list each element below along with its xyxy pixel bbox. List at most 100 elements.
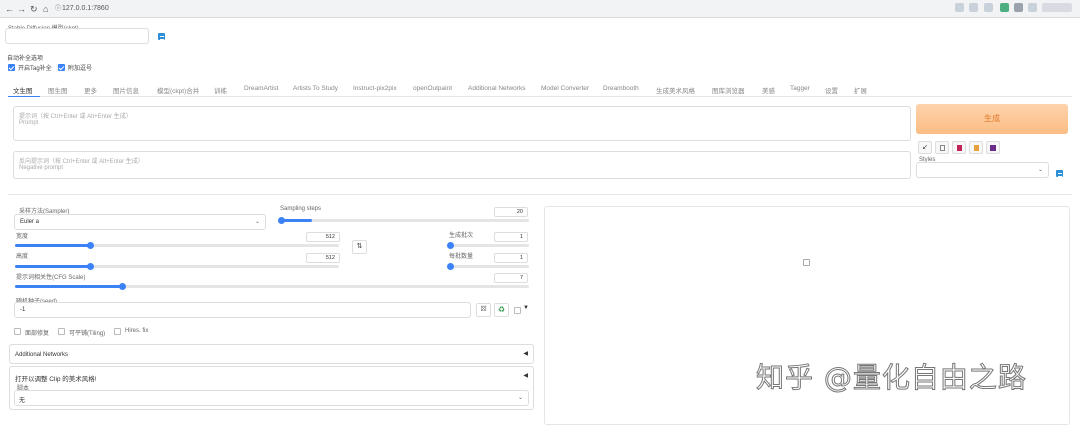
script-select[interactable]: 无 ⌄ <box>14 390 529 406</box>
bookmark-star-icon[interactable] <box>984 3 993 12</box>
batch-count-slider[interactable] <box>447 242 529 249</box>
styles-refresh-icon[interactable] <box>1056 170 1063 177</box>
sidebar-icon[interactable] <box>1028 3 1037 12</box>
negative-prompt-textarea[interactable]: 反向提示词（按 Ctrl+Enter 或 Alt+Enter 生成） Negat… <box>13 151 911 179</box>
chevron-down-icon: ⌄ <box>1037 167 1043 173</box>
append-comma-checkbox[interactable] <box>58 64 65 71</box>
trash-icon <box>939 145 945 151</box>
swap-dimensions-button[interactable]: ⇅ <box>352 240 367 254</box>
hires-fix-checkbox[interactable] <box>114 328 121 335</box>
tab-model-converter[interactable]: Model Converter <box>541 85 589 92</box>
save-style-button[interactable] <box>986 141 1000 154</box>
batch-size-input[interactable]: 1 <box>494 253 528 263</box>
width-slider[interactable] <box>15 242 339 249</box>
watermark: 知乎 @量化自由之路 <box>756 361 1027 395</box>
append-comma-label: 附加逗号 <box>68 66 93 72</box>
autocomplete-title: 自动补全选项 <box>7 56 44 62</box>
forward-icon[interactable]: → <box>17 2 26 16</box>
tab-dreamartist[interactable]: DreamArtist <box>244 85 278 92</box>
tag-autocomplete-checkbox[interactable] <box>8 64 15 71</box>
info-icon[interactable]: ⓘ <box>55 2 61 16</box>
home-icon[interactable]: ⌂ <box>43 2 48 16</box>
reload-icon[interactable]: ↻ <box>30 2 38 16</box>
tiling-checkbox[interactable] <box>58 328 65 335</box>
tab-img2img[interactable]: 图生图 <box>48 85 68 95</box>
batch-count-input[interactable]: 1 <box>494 232 528 242</box>
additional-networks-accordion[interactable]: Additional Networks ◀ <box>9 344 534 364</box>
width-input[interactable]: 512 <box>306 232 340 242</box>
image-placeholder-icon <box>803 259 810 266</box>
extra-seed-checkbox[interactable] <box>514 307 521 314</box>
steps-knob[interactable] <box>278 217 285 224</box>
batch-size-slider[interactable] <box>447 263 529 270</box>
tab-extras[interactable]: 更多 <box>84 85 97 95</box>
tiling-label: 可平铺(Tiling) <box>69 331 106 337</box>
clip-aesthetic-label: 打开以调整 Clip 的美术风格! <box>15 376 97 383</box>
height-knob[interactable] <box>87 263 94 270</box>
steps-input[interactable]: 20 <box>494 207 528 217</box>
height-label: 高度 <box>16 254 29 260</box>
refresh-icon[interactable] <box>158 33 165 40</box>
styles-select[interactable]: ⌄ <box>916 162 1049 178</box>
tab-pix2pix[interactable]: Instruct-pix2pix <box>353 85 397 92</box>
steps-slider[interactable] <box>278 217 529 224</box>
seed-input[interactable]: -1 <box>14 302 471 318</box>
negative-prompt-label: 反向提示词（按 Ctrl+Enter 或 Alt+Enter 生成） <box>19 159 144 165</box>
profile-avatar[interactable] <box>1042 3 1072 12</box>
share-icon[interactable] <box>969 3 978 12</box>
clip-aesthetic-accordion[interactable]: 打开以调整 Clip 的美术风格! ◀ 脚本 无 ⌄ <box>9 366 534 410</box>
height-slider[interactable] <box>15 263 339 270</box>
prompt-textarea[interactable]: 提示词（按 Ctrl+Enter 或 Alt+Enter 生成） Prompt <box>13 106 911 141</box>
recycle-icon: ♻ <box>497 305 506 314</box>
sampler-value: Euler a <box>20 219 40 225</box>
restore-faces-checkbox[interactable] <box>14 328 21 335</box>
batch-size-knob[interactable] <box>447 263 454 270</box>
checkpoint-select[interactable] <box>5 28 149 44</box>
hires-fix-label: Hires. fix <box>125 328 149 334</box>
tab-artists[interactable]: Artists To Study <box>293 85 338 92</box>
tab-gallery[interactable]: 图库浏览器 <box>712 85 745 95</box>
apply-style-button[interactable] <box>969 141 983 154</box>
translate-icon[interactable] <box>955 3 964 12</box>
card-icon <box>956 145 962 151</box>
restore-faces-label: 面部修复 <box>25 331 50 337</box>
height-input[interactable]: 512 <box>306 253 340 263</box>
cfg-slider[interactable] <box>15 283 529 290</box>
steps-label: Sampling steps <box>280 206 322 212</box>
expand-triangle-icon[interactable]: ▼ <box>523 305 529 311</box>
additional-networks-label: Additional Networks <box>15 352 69 358</box>
batch-count-label: 生成批次 <box>449 233 474 239</box>
reuse-seed-button[interactable]: ♻ <box>494 303 509 317</box>
cfg-knob[interactable] <box>119 283 126 290</box>
batch-count-knob[interactable] <box>447 242 454 249</box>
extension-icon[interactable] <box>1000 3 1009 12</box>
tab-txt2img[interactable]: 文生图 <box>13 85 33 95</box>
tab-aesthetic-styles[interactable]: 生成美术风格 <box>656 85 695 95</box>
tab-settings[interactable]: 设置 <box>825 85 838 95</box>
tab-openoutpaint[interactable]: openOutpaint <box>413 85 452 92</box>
tab-tagger[interactable]: Tagger <box>790 85 810 92</box>
address-bar[interactable]: 127.0.0.1:7860 <box>62 2 109 16</box>
puzzle-icon[interactable] <box>1014 3 1023 12</box>
tab-checkpoint-merge[interactable]: 模型(ckpt)合并 <box>157 85 199 95</box>
random-seed-button[interactable]: ⚄ <box>476 303 491 317</box>
extra-networks-button[interactable] <box>952 141 966 154</box>
tab-dreambooth[interactable]: Dreambooth <box>603 85 639 92</box>
save-icon <box>990 145 996 151</box>
sampler-select[interactable]: Euler a ⌄ <box>14 214 266 230</box>
tab-train[interactable]: 训练 <box>214 85 227 95</box>
tab-png-info[interactable]: 图片信息 <box>113 85 139 95</box>
width-knob[interactable] <box>87 242 94 249</box>
tag-autocomplete-label: 开启Tag补全 <box>18 66 52 72</box>
clear-prompt-button[interactable] <box>935 141 949 154</box>
generate-button[interactable]: 生成 <box>916 104 1068 134</box>
tab-additional-networks[interactable]: Additional Networks <box>468 85 525 92</box>
back-icon[interactable]: ← <box>5 2 14 16</box>
read-params-button[interactable]: ↙ <box>918 141 932 154</box>
tab-aesthetics[interactable]: 美感 <box>762 85 775 95</box>
chevron-down-icon: ⌄ <box>254 219 260 225</box>
cfg-input[interactable]: 7 <box>494 273 528 283</box>
height-fill <box>15 265 90 268</box>
tab-extensions[interactable]: 扩展 <box>854 85 867 95</box>
swap-icon: ⇅ <box>356 243 363 250</box>
